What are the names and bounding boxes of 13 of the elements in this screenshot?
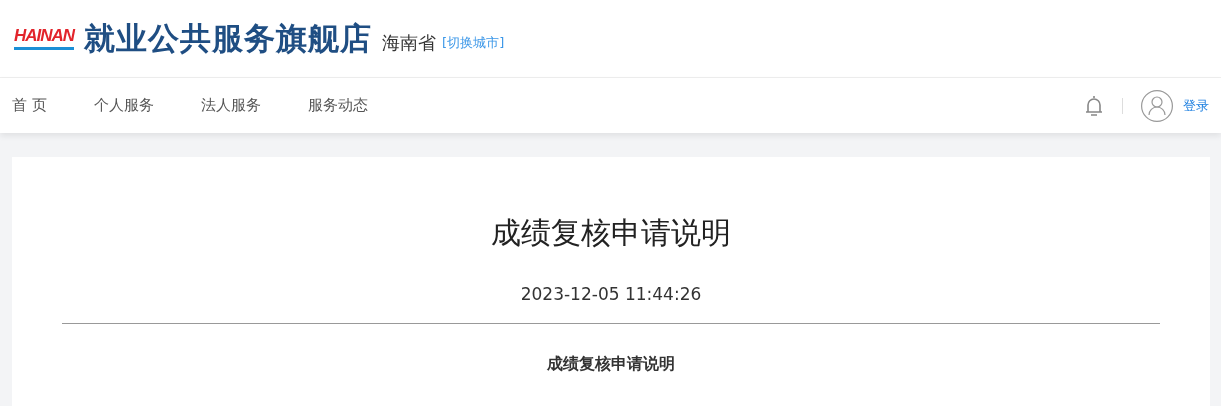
nav-item[interactable]: 首 页 bbox=[12, 96, 47, 115]
nav-item[interactable]: 个人服务 bbox=[93, 96, 154, 115]
site-title: 就业公共服务旗舰店 bbox=[84, 18, 373, 58]
article-title: 成绩复核申请说明 bbox=[491, 214, 731, 252]
article-subtitle: 成绩复核申请说明 bbox=[547, 354, 675, 375]
province-label: 海南省 bbox=[382, 30, 437, 55]
login-link[interactable]: 登录 bbox=[1183, 96, 1209, 115]
nav-item[interactable]: 服务动态 bbox=[307, 96, 368, 115]
logo: HAINAN bbox=[14, 27, 75, 50]
bell-icon[interactable] bbox=[1084, 93, 1104, 118]
article-date: 2023-12-05 11:44:26 bbox=[520, 284, 702, 304]
user-avatar-icon[interactable] bbox=[1141, 89, 1173, 122]
nav-item[interactable]: 法人服务 bbox=[200, 96, 261, 115]
